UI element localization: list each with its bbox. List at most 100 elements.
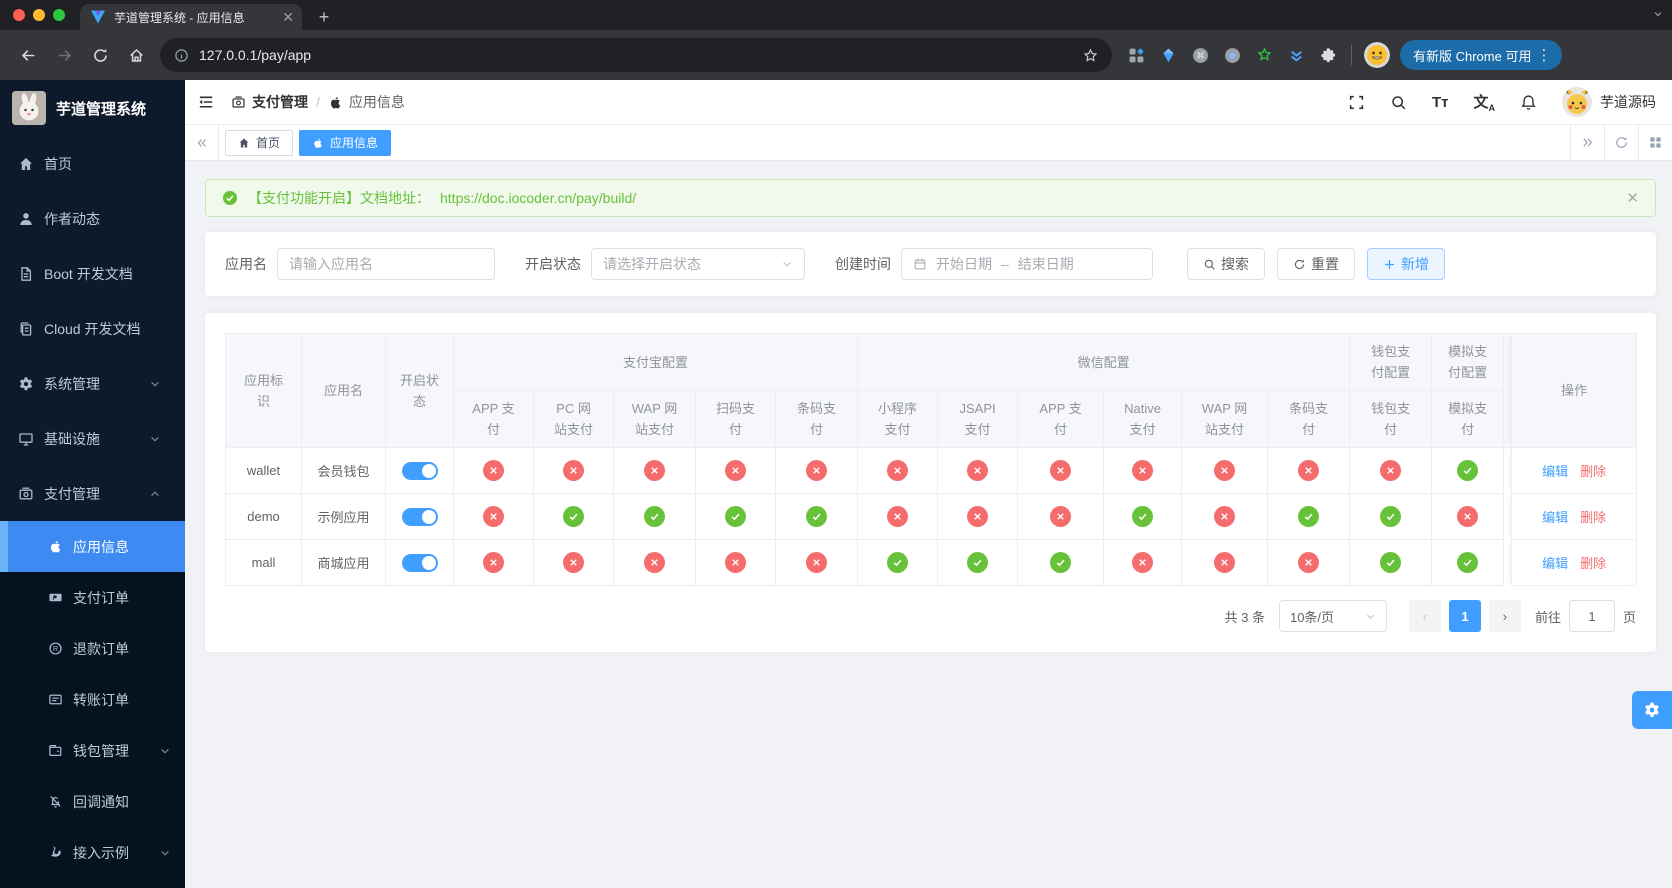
sidebar-subitem-5[interactable]: 回调通知: [0, 776, 185, 827]
scroll-gutter-cell: [1503, 447, 1513, 494]
status-enabled-icon: [1298, 506, 1320, 527]
command-icon[interactable]: ⌘: [1192, 47, 1209, 64]
breadcrumb-separator: /: [316, 94, 320, 110]
star-green-icon[interactable]: [1256, 46, 1273, 64]
sidebar-item-4[interactable]: 系统管理: [0, 356, 185, 411]
tags-refresh-icon[interactable]: [1604, 125, 1638, 160]
sidebar-subitem-2[interactable]: R 退款订单: [0, 623, 185, 674]
close-window-button[interactable]: [13, 9, 25, 21]
status-disabled-icon: [1214, 460, 1236, 481]
search-button[interactable]: 搜索: [1187, 248, 1265, 280]
back-icon[interactable]: [13, 40, 43, 70]
sub-col-header: Native 支付: [1103, 390, 1183, 448]
url-text[interactable]: 127.0.0.1/pay/app: [199, 47, 1073, 63]
apple-icon: [48, 539, 63, 554]
tags-scroll-left-icon[interactable]: [185, 125, 219, 160]
tags-layout-grid-icon[interactable]: [1638, 125, 1672, 160]
page-size-select[interactable]: 10条/页: [1278, 600, 1387, 632]
sidebar-subitem-6[interactable]: 接入示例: [0, 827, 185, 878]
sidebar-item-6[interactable]: 支付管理: [0, 466, 185, 521]
table-row: mall 商城应用 编辑 删除: [225, 539, 1638, 586]
sidebar-item-3[interactable]: Cloud 开发文档: [0, 301, 185, 356]
tab-close-icon[interactable]: ✕: [282, 9, 294, 26]
sidebar-subitem-0[interactable]: 应用信息: [0, 521, 185, 572]
sidebar-item-2[interactable]: Boot 开发文档: [0, 246, 185, 301]
bookmark-star-icon[interactable]: [1083, 48, 1098, 63]
payment-icon: [18, 486, 34, 502]
status-cell: [533, 493, 614, 540]
url-bar[interactable]: 127.0.0.1/pay/app: [160, 38, 1112, 72]
tab-search-chevron-icon[interactable]: [1652, 8, 1664, 20]
browser-home-icon[interactable]: [121, 40, 151, 70]
status-cell: [857, 539, 939, 586]
sidebar-item-5[interactable]: 基础设施: [0, 411, 185, 466]
sidebar-subitem-label: 转账订单: [73, 691, 129, 708]
maximize-window-button[interactable]: [53, 9, 65, 21]
enabled-toggle[interactable]: [401, 553, 438, 572]
sub-col-header: APP 支付: [453, 390, 534, 448]
chevrons-blue-icon[interactable]: [1288, 47, 1305, 64]
alert-close-icon[interactable]: ✕: [1626, 189, 1639, 207]
tag-0[interactable]: 首页: [225, 129, 294, 156]
prev-page-button[interactable]: ‹: [1408, 600, 1441, 632]
delete-link[interactable]: 删除: [1580, 464, 1606, 479]
minimize-window-button[interactable]: [33, 9, 45, 21]
forward-icon[interactable]: [49, 40, 79, 70]
enabled-toggle[interactable]: [401, 507, 438, 526]
status-enabled-icon: [806, 506, 828, 527]
browser-profile-avatar[interactable]: [1364, 42, 1390, 68]
status-disabled-icon: [887, 506, 909, 527]
sidebar-subitem-4[interactable]: 钱包管理: [0, 725, 185, 776]
create-button[interactable]: 新增: [1367, 248, 1445, 280]
sidebar-item-1[interactable]: 作者动态: [0, 191, 185, 246]
status-cell: [613, 493, 696, 540]
sidebar-item-0[interactable]: 首页: [0, 136, 185, 191]
page-1-button[interactable]: 1: [1448, 600, 1481, 632]
group-header-0: 支付宝配置: [452, 333, 859, 391]
reset-button[interactable]: 重置: [1277, 248, 1355, 280]
search-icon[interactable]: [1390, 94, 1407, 111]
blocks-icon[interactable]: [1128, 47, 1145, 64]
sidebar-subitem-1[interactable]: 支付订单: [0, 572, 185, 623]
user-menu[interactable]: 芋道源码: [1562, 87, 1656, 117]
reload-icon[interactable]: [85, 40, 115, 70]
app-logo[interactable]: 芋道管理系统: [0, 80, 185, 136]
breadcrumb-item-pay[interactable]: 支付管理: [231, 92, 308, 112]
gem-icon[interactable]: [1160, 47, 1177, 64]
collapse-menu-icon[interactable]: [197, 93, 215, 111]
delete-link[interactable]: 删除: [1580, 556, 1606, 571]
edit-link[interactable]: 编辑: [1542, 464, 1568, 479]
font-size-icon[interactable]: Tᴛ: [1432, 94, 1449, 111]
delete-link[interactable]: 删除: [1580, 510, 1606, 525]
edit-link[interactable]: 编辑: [1542, 510, 1568, 525]
status-cell: [857, 493, 939, 540]
goto-page-input[interactable]: [1568, 600, 1615, 632]
user-avatar: [1562, 87, 1592, 117]
status-select[interactable]: 请选择开启状态: [591, 248, 805, 280]
puzzle-icon[interactable]: [1320, 47, 1337, 64]
fullscreen-icon[interactable]: [1348, 94, 1365, 111]
bell-icon[interactable]: [1520, 94, 1537, 111]
app-name-input[interactable]: 请输入应用名: [277, 248, 495, 280]
enabled-toggle[interactable]: [401, 461, 438, 480]
tags-scroll-right-icon[interactable]: [1570, 125, 1604, 160]
chrome-update-button[interactable]: 有新版 Chrome 可用 ⋮: [1400, 40, 1563, 70]
browser-tab[interactable]: 芋道管理系统 - 应用信息 ✕: [80, 4, 302, 30]
status-cell: [1431, 539, 1505, 586]
edit-link[interactable]: 编辑: [1542, 556, 1568, 571]
tags-view-bar: 首页 应用信息: [185, 124, 1672, 161]
alert-doc-link[interactable]: https://doc.iocoder.cn/pay/build/: [440, 190, 636, 206]
app-name-cell: 会员钱包: [301, 447, 386, 494]
sub-col-header: 小程序支付: [857, 390, 939, 448]
tag-1[interactable]: 应用信息: [299, 129, 392, 156]
site-info-icon[interactable]: [174, 48, 189, 63]
settings-drawer-button[interactable]: [1632, 691, 1672, 729]
dot-circle-icon[interactable]: [1224, 47, 1241, 64]
sidebar-subitem-3[interactable]: 转账订单: [0, 674, 185, 725]
browser-menu-icon[interactable]: ⋮: [1531, 46, 1556, 64]
new-tab-button[interactable]: +: [312, 6, 336, 28]
locale-icon[interactable]: 文A: [1473, 91, 1495, 113]
next-page-button[interactable]: ›: [1488, 600, 1521, 632]
date-range-picker[interactable]: 开始日期 – 结束日期: [901, 248, 1153, 280]
transfer-icon: [48, 692, 63, 707]
